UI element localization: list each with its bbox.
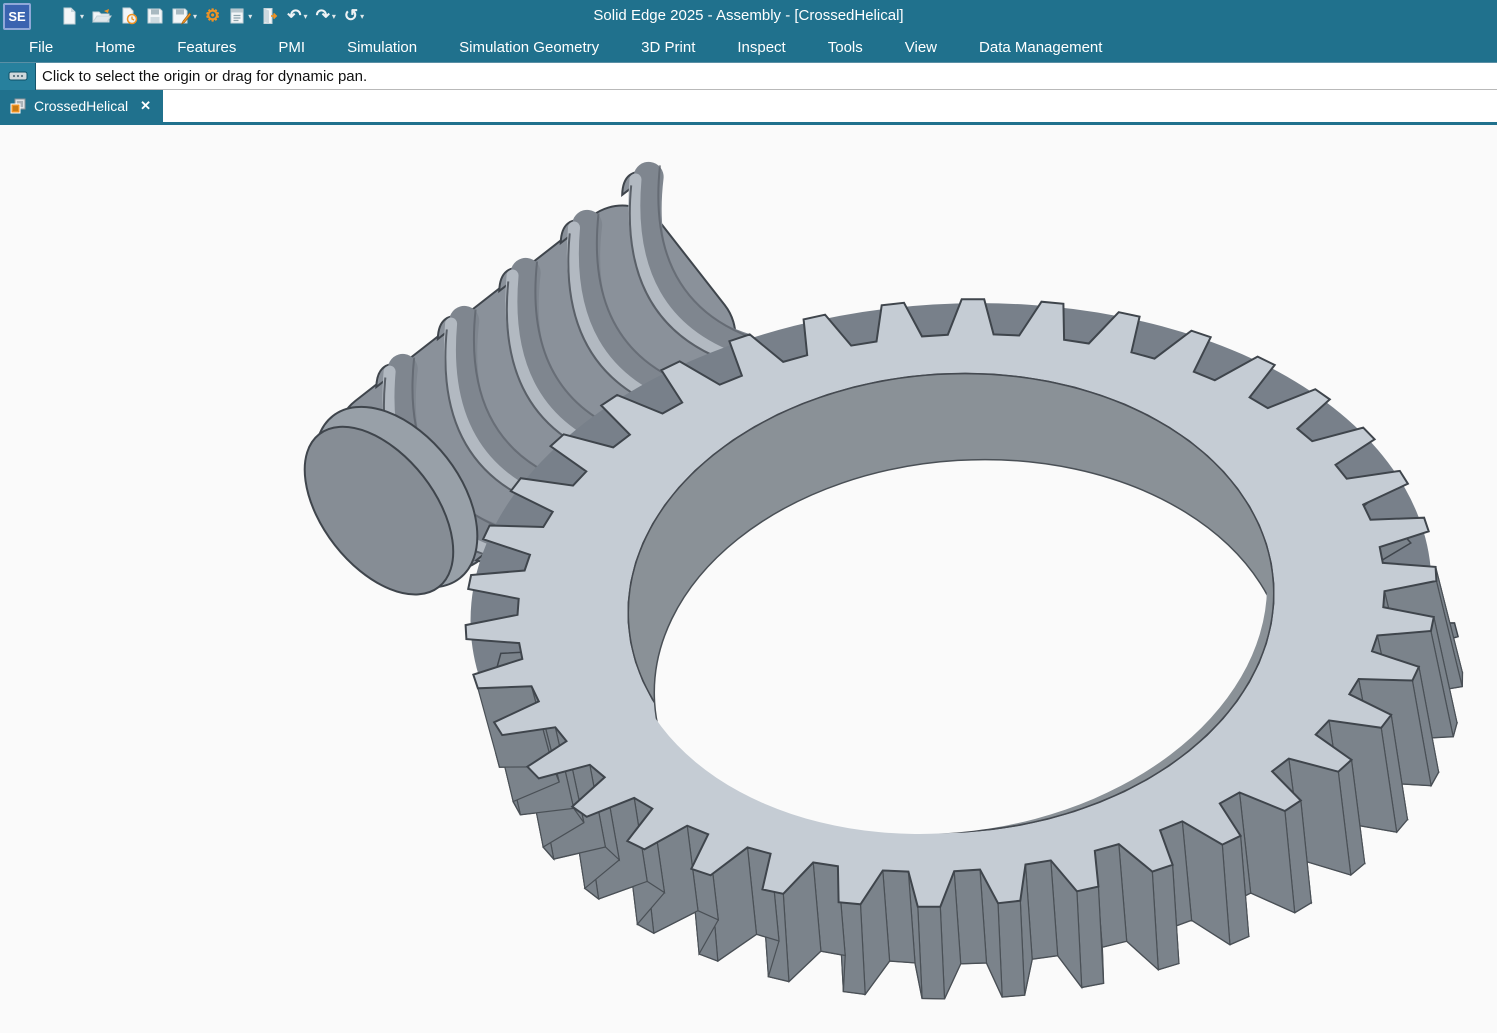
- open-button[interactable]: [89, 5, 115, 27]
- exit-door-icon: [260, 7, 279, 25]
- tab-simulation-geometry[interactable]: Simulation Geometry: [438, 33, 620, 62]
- prompt-message: Click to select the origin or drag for d…: [42, 68, 367, 85]
- undo-icon: ↶: [287, 7, 301, 25]
- save-icon: [146, 7, 164, 25]
- options-button[interactable]: ⚙: [202, 5, 223, 27]
- tab-home[interactable]: Home: [74, 33, 156, 62]
- tab-tools[interactable]: Tools: [807, 33, 884, 62]
- tab-3d-print[interactable]: 3D Print: [620, 33, 716, 62]
- gear-icon: ⚙: [205, 7, 220, 25]
- document-tab-bar: CrossedHelical ✕: [0, 90, 1497, 125]
- model-scene[interactable]: [0, 125, 1497, 1030]
- chevron-down-filled-icon: ▾: [360, 12, 364, 21]
- chevron-down-icon: ▾: [332, 12, 336, 21]
- tab-data-management[interactable]: Data Management: [958, 33, 1123, 62]
- new-document-button[interactable]: ▾: [57, 5, 87, 27]
- redo-button[interactable]: ↷ ▾: [313, 5, 339, 27]
- chevron-down-icon: ▾: [304, 12, 308, 21]
- properties-button[interactable]: ▾: [225, 5, 255, 27]
- 3d-viewport[interactable]: [0, 125, 1497, 1030]
- tab-file[interactable]: File: [8, 33, 74, 62]
- save-button[interactable]: [143, 5, 167, 27]
- prompt-bar-button[interactable]: [0, 63, 36, 90]
- assembly-document-icon: [10, 98, 26, 114]
- close-tab-icon[interactable]: ✕: [140, 98, 151, 114]
- undo-button[interactable]: ↶ ▾: [284, 5, 310, 27]
- chevron-down-icon: ▾: [80, 12, 84, 21]
- new-document-icon: [60, 7, 78, 25]
- recent-document-icon: [120, 7, 138, 25]
- properties-document-icon: [228, 7, 246, 25]
- close-document-button[interactable]: [257, 5, 282, 27]
- chevron-down-icon: ▾: [193, 12, 197, 21]
- tab-pmi[interactable]: PMI: [257, 33, 326, 62]
- undo-list-button[interactable]: ↺ ▾: [341, 5, 367, 27]
- open-folder-icon: [92, 7, 112, 25]
- prompt-bar: Click to select the origin or drag for d…: [0, 63, 1497, 90]
- save-as-button[interactable]: ▾: [169, 5, 200, 27]
- solid-edge-logo[interactable]: SE: [3, 3, 31, 30]
- save-as-icon: [172, 7, 191, 25]
- tab-simulation[interactable]: Simulation: [326, 33, 438, 62]
- tab-view[interactable]: View: [884, 33, 958, 62]
- ribbon-tab-bar: File Home Features PMI Simulation Simula…: [0, 32, 1497, 63]
- undo-list-icon: ↺: [344, 7, 358, 25]
- document-tab-crossedhelical[interactable]: CrossedHelical ✕: [0, 90, 163, 122]
- title-bar: SE ▾: [0, 0, 1497, 32]
- prompt-bar-icon: [8, 70, 28, 82]
- tab-features[interactable]: Features: [156, 33, 257, 62]
- document-tab-label: CrossedHelical: [34, 98, 128, 114]
- quick-access-toolbar: ▾: [57, 5, 367, 27]
- chevron-down-icon: ▾: [248, 12, 252, 21]
- tab-inspect[interactable]: Inspect: [716, 33, 806, 62]
- open-recent-button[interactable]: [117, 5, 141, 27]
- redo-icon: ↷: [316, 7, 330, 25]
